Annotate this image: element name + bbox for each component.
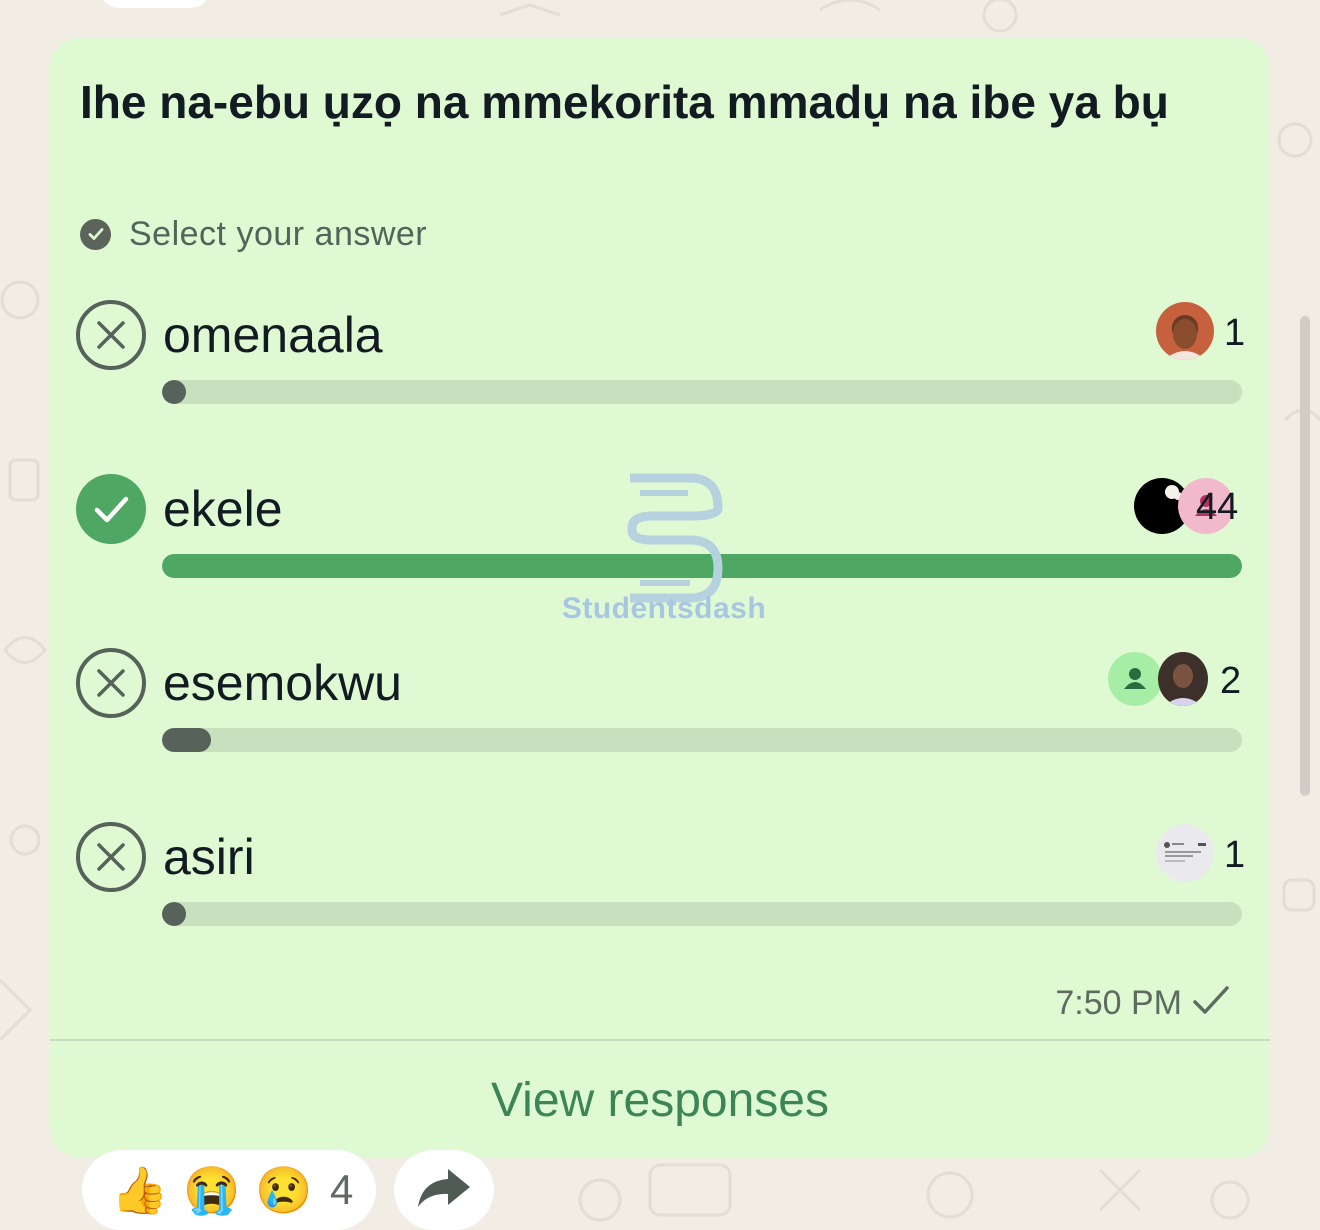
poll-message-bubble: Ihe na-ebu ụzọ na mmekorita mmadụ na ibe… bbox=[50, 38, 1270, 1158]
single-tick-icon bbox=[1192, 984, 1230, 1023]
check-circle-icon bbox=[76, 474, 146, 544]
vote-count: 1 bbox=[1224, 834, 1246, 876]
vote-bar-fill bbox=[162, 380, 186, 404]
x-circle-icon bbox=[76, 648, 146, 718]
vote-bar bbox=[162, 380, 1242, 404]
poll-option-omenaala[interactable]: omenaala 1 bbox=[50, 300, 1270, 430]
scrollbar[interactable] bbox=[1300, 316, 1310, 796]
check-badge-icon bbox=[80, 218, 111, 250]
watermark-text: Studentsdash bbox=[561, 592, 767, 625]
option-label: ekele bbox=[163, 481, 283, 537]
poll-option-asiri[interactable]: asiri 1 bbox=[50, 822, 1270, 952]
loudly-crying-reaction: 😭 bbox=[183, 1164, 241, 1216]
vote-bar-fill bbox=[162, 728, 211, 752]
timestamp: 7:50 PM bbox=[1055, 983, 1182, 1022]
voter-avatar[interactable] bbox=[1156, 824, 1214, 882]
option-label: esemokwu bbox=[163, 655, 402, 711]
poll-instruction: Select your answer bbox=[80, 214, 427, 254]
poll-question: Ihe na-ebu ụzọ na mmekorita mmadụ na ibe… bbox=[80, 76, 1169, 128]
vote-bar-fill bbox=[162, 902, 186, 926]
vote-bar bbox=[162, 728, 1242, 752]
x-circle-icon bbox=[76, 822, 146, 892]
vote-bar bbox=[162, 902, 1242, 926]
default-avatar-icon[interactable] bbox=[1108, 652, 1162, 706]
forward-button[interactable] bbox=[394, 1150, 494, 1230]
option-label: omenaala bbox=[163, 307, 383, 363]
reactions-bar[interactable]: 👍 😭 😢 4 bbox=[82, 1150, 376, 1230]
vote-count: 44 bbox=[1196, 486, 1239, 528]
divider bbox=[50, 1039, 1270, 1041]
forward-arrow-icon bbox=[414, 1163, 474, 1218]
x-circle-icon bbox=[76, 300, 146, 370]
option-label: asiri bbox=[163, 829, 255, 885]
reaction-count: 4 bbox=[330, 1166, 354, 1213]
previous-message-pill bbox=[100, 0, 210, 8]
crying-reaction: 😢 bbox=[255, 1164, 313, 1216]
thumbs-up-reaction: 👍 bbox=[111, 1164, 169, 1216]
vote-count: 1 bbox=[1224, 312, 1246, 354]
poll-option-esemokwu[interactable]: esemokwu 2 bbox=[50, 648, 1270, 778]
view-responses-button[interactable]: View responses bbox=[50, 1068, 1270, 1134]
voter-avatar[interactable] bbox=[1158, 652, 1208, 706]
message-meta: 7:50 PM bbox=[1055, 978, 1230, 1028]
voter-avatar[interactable] bbox=[1156, 302, 1214, 360]
instruction-text: Select your answer bbox=[129, 214, 428, 253]
vote-count: 2 bbox=[1220, 660, 1242, 702]
